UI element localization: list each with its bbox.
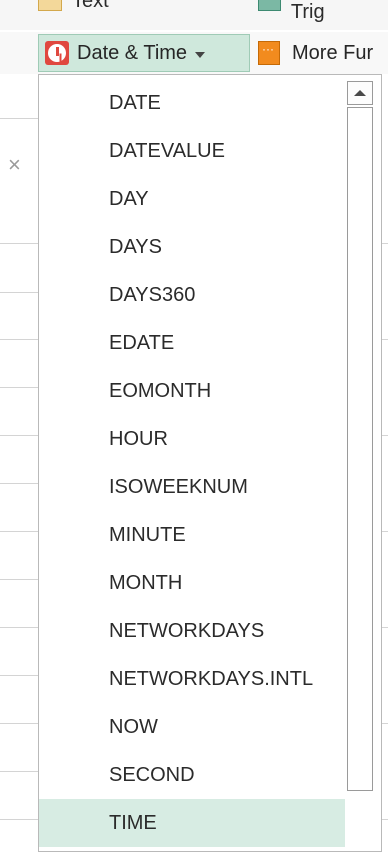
spreadsheet-background-left	[0, 74, 38, 852]
math-trig-label: Math & Trig	[290, 1, 325, 23]
more-functions-label: More Fur	[292, 41, 374, 64]
chevron-down-icon[interactable]	[195, 51, 206, 58]
text-functions-button[interactable]: Text	[38, 0, 109, 16]
menu-item-datevalue[interactable]: DATEVALUE	[39, 127, 345, 175]
menu-item-now[interactable]: NOW	[39, 703, 345, 751]
menu-item-month[interactable]: MONTH	[39, 559, 345, 607]
grid-line	[0, 435, 38, 436]
ribbon-row-top: Text Math & Trig	[0, 0, 388, 30]
date-time-button[interactable]: Date & Time	[38, 34, 250, 72]
calendar-clock-icon	[45, 41, 69, 65]
spreadsheet-background-right	[382, 74, 388, 852]
grid-line	[0, 387, 38, 388]
menu-item-days360[interactable]: DAYS360	[39, 271, 345, 319]
date-time-label: Date & Time	[77, 41, 188, 64]
menu-item-edate[interactable]: EDATE	[39, 319, 345, 367]
scroll-up-arrow-icon[interactable]	[347, 81, 373, 105]
close-icon[interactable]: ×	[8, 152, 21, 178]
grid-line	[0, 723, 38, 724]
grid-line	[0, 531, 38, 532]
menu-item-networkdays[interactable]: NETWORKDAYS	[39, 607, 345, 655]
grid-line	[382, 243, 388, 244]
grid-line	[0, 118, 38, 119]
menu-item-second[interactable]: SECOND	[39, 751, 345, 799]
grid-line	[0, 483, 38, 484]
scroll-thumb[interactable]	[347, 107, 373, 791]
grid-line	[0, 339, 38, 340]
math-trig-button[interactable]: Math & Trig	[258, 0, 388, 23]
grid-line	[382, 435, 388, 436]
menu-item-networkdays-intl[interactable]: NETWORKDAYS.INTL	[39, 655, 345, 703]
date-time-dropdown: DATE DATEVALUE DAY DAYS DAYS360 EDATE EO…	[38, 74, 382, 852]
menu-item-time[interactable]: TIME	[39, 799, 345, 847]
math-trig-icon	[258, 0, 281, 11]
menu-item-eomonth[interactable]: EOMONTH	[39, 367, 345, 415]
dropdown-scrollbar[interactable]	[347, 81, 373, 851]
menu-item-isoweeknum[interactable]: ISOWEEKNUM	[39, 463, 345, 511]
grid-line	[0, 819, 38, 820]
function-list: DATE DATEVALUE DAY DAYS DAYS360 EDATE EO…	[39, 79, 345, 847]
menu-item-days[interactable]: DAYS	[39, 223, 345, 271]
grid-line	[0, 292, 38, 293]
grid-line	[382, 819, 388, 820]
more-functions-icon	[258, 41, 280, 65]
grid-line	[0, 675, 38, 676]
grid-line	[0, 243, 38, 244]
text-functions-icon	[38, 0, 62, 11]
text-functions-label: Text	[72, 0, 109, 12]
menu-item-day[interactable]: DAY	[39, 175, 345, 223]
menu-item-minute[interactable]: MINUTE	[39, 511, 345, 559]
grid-line	[0, 771, 38, 772]
grid-line	[382, 723, 388, 724]
grid-line	[382, 531, 388, 532]
grid-line	[382, 339, 388, 340]
grid-line	[382, 627, 388, 628]
more-functions-button[interactable]: More Fur	[258, 34, 373, 72]
grid-line	[0, 579, 38, 580]
menu-item-date[interactable]: DATE	[39, 79, 345, 127]
grid-line	[0, 627, 38, 628]
menu-item-hour[interactable]: HOUR	[39, 415, 345, 463]
